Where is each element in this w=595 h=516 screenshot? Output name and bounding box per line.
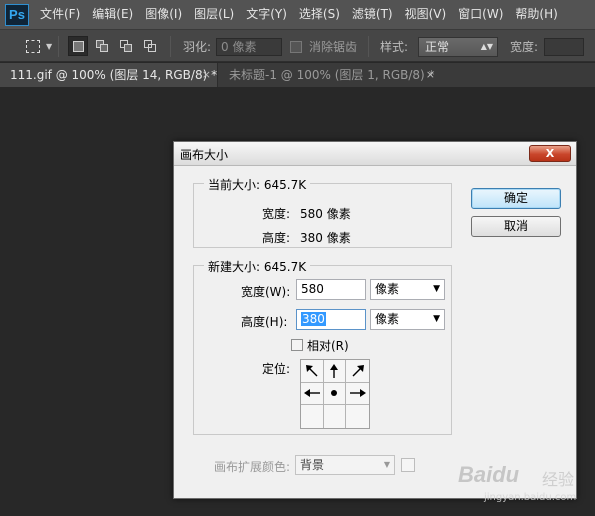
menu-layer[interactable]: 图层(L)	[188, 0, 240, 29]
watermark-logo: Baidu	[458, 462, 520, 487]
new-size-legend: 新建大小: 645.7K	[204, 258, 311, 275]
dialog-title: 画布大小	[180, 148, 229, 162]
style-select[interactable]: 正常 ▲▼	[418, 37, 498, 57]
anchor-cell-center[interactable]	[323, 382, 347, 406]
canvas-size-dialog: 画布大小 X 当前大小: 645.7K 宽度: 580 像素 高度: 380 像…	[173, 141, 577, 499]
watermark: Baidu 经验 jingyan.baidu.com	[458, 462, 588, 512]
antialias-checkbox[interactable]	[290, 41, 302, 53]
menubar: Ps 文件(F) 编辑(E) 图像(I) 图层(L) 文字(Y) 选择(S) 滤…	[0, 0, 595, 29]
subtract-from-selection-icon[interactable]	[116, 36, 136, 56]
arrow-left-icon	[303, 389, 320, 398]
relative-label[interactable]: 相对(R)	[307, 337, 349, 354]
menu-window[interactable]: 窗口(W)	[452, 0, 509, 29]
chevron-down-icon: ▼	[433, 314, 440, 324]
anchor-cell-bottom-right[interactable]	[346, 405, 369, 428]
divider	[368, 36, 369, 57]
anchor-cell-bottom-left[interactable]	[301, 405, 324, 428]
style-select-arrow-icon: ▲▼	[480, 42, 493, 51]
relative-checkbox[interactable]	[291, 339, 303, 351]
new-width-input[interactable]: 580	[296, 279, 366, 300]
tab-111-gif[interactable]: 111.gif @ 100% (图层 14, RGB/8) * ×	[0, 63, 218, 87]
style-label: 样式:	[380, 40, 409, 54]
current-width-value: 580 像素	[300, 207, 351, 221]
current-size-legend: 当前大小: 645.7K	[204, 176, 311, 193]
new-selection-icon[interactable]	[68, 36, 88, 56]
new-width-label: 宽度(W):	[241, 285, 291, 299]
extension-color-select[interactable]: 背景 ▼	[295, 455, 395, 475]
anchor-cell-top-left[interactable]	[301, 360, 324, 383]
current-height-value: 380 像素	[300, 231, 351, 245]
menu-edit[interactable]: 编辑(E)	[86, 0, 139, 29]
new-height-label: 高度(H):	[241, 315, 288, 329]
tab-close-icon[interactable]: ×	[202, 63, 211, 87]
current-height-label: 高度:	[262, 231, 291, 245]
height-unit-select[interactable]: 像素 ▼	[370, 309, 445, 330]
feather-input[interactable]: 0 像素	[216, 38, 282, 56]
anchor-cell-right[interactable]	[346, 383, 369, 406]
height-selected-text: 380	[301, 312, 326, 326]
menu-view[interactable]: 视图(V)	[399, 0, 453, 29]
feather-label: 羽化:	[183, 40, 212, 54]
arrow-up-icon	[330, 363, 339, 378]
width-label: 宽度:	[510, 40, 539, 54]
menu-image[interactable]: 图像(I)	[139, 0, 188, 29]
add-to-selection-icon[interactable]	[92, 36, 112, 56]
close-icon: X	[545, 147, 555, 160]
intersect-selection-icon[interactable]	[140, 36, 160, 56]
chevron-down-icon: ▼	[383, 460, 390, 469]
anchor-label: 定位:	[262, 362, 291, 376]
divider	[170, 36, 171, 57]
arrow-up-left-icon	[305, 364, 318, 377]
menu-help[interactable]: 帮助(H)	[509, 0, 563, 29]
antialias-label: 消除锯齿	[309, 40, 358, 54]
watermark-url: jingyan.baidu.com	[484, 492, 577, 503]
anchor-grid	[300, 359, 370, 429]
divider	[58, 36, 59, 57]
ok-button[interactable]: 确定	[471, 188, 561, 209]
current-width-label: 宽度:	[262, 207, 291, 221]
anchor-dot-icon	[331, 390, 338, 397]
width-input[interactable]	[544, 38, 584, 56]
anchor-cell-left[interactable]	[301, 382, 324, 406]
menu-file[interactable]: 文件(F)	[34, 0, 86, 29]
cancel-button[interactable]: 取消	[471, 216, 561, 237]
menu-select[interactable]: 选择(S)	[293, 0, 346, 29]
watermark-text: 经验	[542, 470, 575, 489]
width-unit-select[interactable]: 像素 ▼	[370, 279, 445, 300]
document-tabbar: 111.gif @ 100% (图层 14, RGB/8) * × 未标题-1 …	[0, 63, 595, 87]
extension-color-label: 画布扩展颜色:	[214, 460, 291, 474]
menu-filter[interactable]: 滤镜(T)	[346, 0, 399, 29]
menu-type[interactable]: 文字(Y)	[240, 0, 293, 29]
anchor-cell-top[interactable]	[323, 360, 347, 383]
marquee-tool-icon[interactable]	[22, 30, 44, 63]
dialog-titlebar[interactable]: 画布大小 X	[174, 142, 576, 166]
options-bar: ▼ 羽化: 0 像素 消除锯齿 样式: 正常 ▲▼ 宽度:	[0, 29, 595, 62]
photoshop-logo-icon: Ps	[0, 0, 34, 29]
tab-close-icon[interactable]: ×	[426, 63, 435, 87]
close-button[interactable]: X	[529, 145, 571, 162]
new-height-input[interactable]: 380	[296, 309, 366, 330]
anchor-cell-top-right[interactable]	[346, 360, 369, 383]
arrow-right-icon	[349, 389, 366, 398]
arrow-up-right-icon	[352, 364, 364, 377]
extension-color-swatch[interactable]	[401, 458, 415, 472]
chevron-down-icon: ▼	[433, 284, 440, 294]
tool-preset-caret-icon[interactable]: ▼	[46, 30, 52, 63]
anchor-cell-bottom[interactable]	[324, 405, 347, 428]
tab-untitled-1[interactable]: 未标题-1 @ 100% (图层 1, RGB/8) * ×	[219, 63, 441, 87]
